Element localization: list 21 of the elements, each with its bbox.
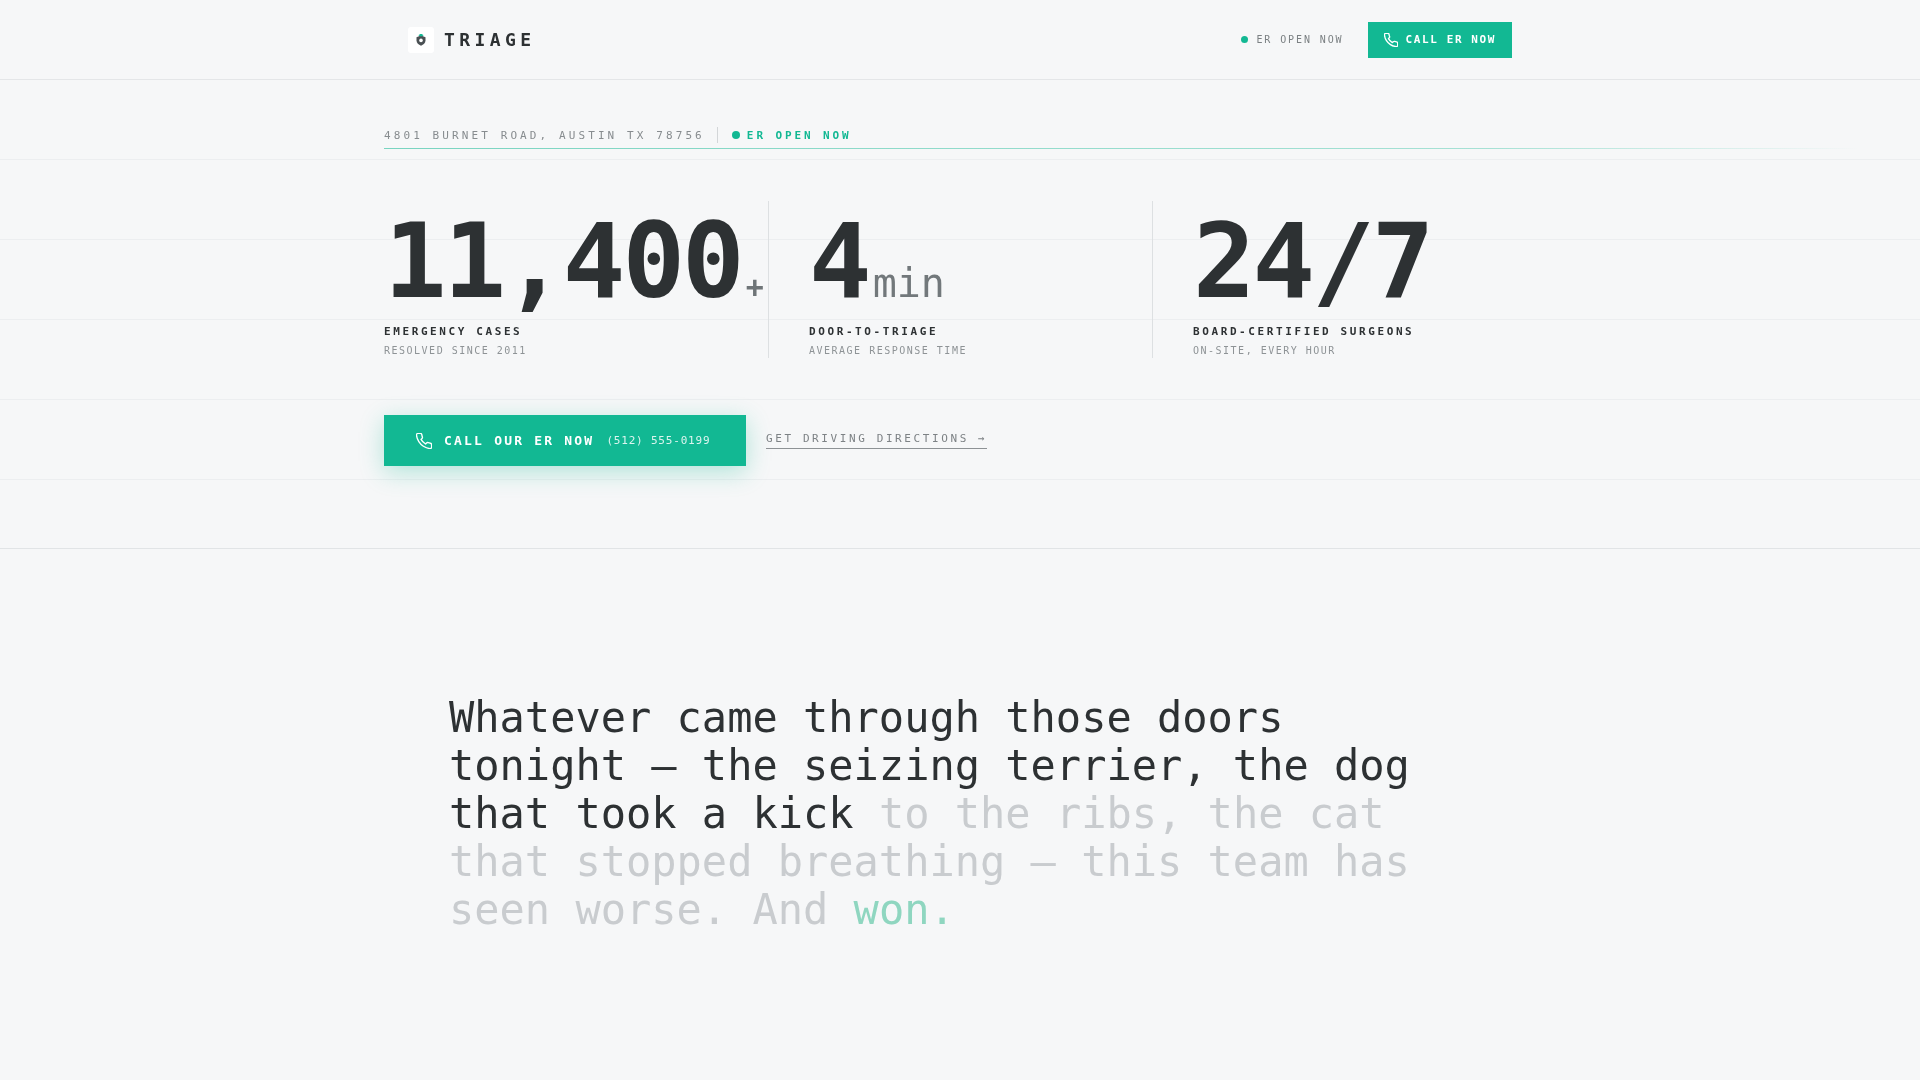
- status-dot-icon: [1241, 36, 1249, 43]
- stat-label: DOOR-TO-TRIAGE: [809, 325, 940, 339]
- status-dot-icon: [731, 131, 740, 139]
- phone-icon: [1383, 32, 1398, 47]
- stat-number: 11,400+: [384, 211, 764, 311]
- stat-caption: RESOLVED SINCE 2011: [384, 344, 528, 358]
- stat-label: EMERGENCY CASES: [384, 325, 524, 339]
- status-text: ER OPEN NOW: [746, 128, 852, 142]
- stat-number: 4min: [809, 211, 945, 311]
- phone-icon: [416, 432, 432, 449]
- status-text: ER OPEN NOW: [1256, 34, 1344, 45]
- brand-name: TRIAGE: [444, 29, 536, 50]
- stat-label: BOARD-CERTIFIED SURGEONS: [1193, 325, 1416, 339]
- call-button[interactable]: CALL OUR ER NOW (512) 555-0199: [384, 415, 746, 466]
- call-button[interactable]: CALL ER NOW: [1367, 21, 1512, 58]
- directions-link[interactable]: GET DRIVING DIRECTIONS →: [766, 432, 988, 449]
- stat-caption: AVERAGE RESPONSE TIME: [809, 344, 968, 358]
- stat-number: 24/7: [1193, 211, 1432, 311]
- shield-icon: [408, 26, 434, 53]
- stat-caption: ON-SITE, EVERY HOUR: [1193, 344, 1337, 358]
- address-text: 4801 BURNET ROAD, AUSTIN TX 78756: [384, 128, 705, 142]
